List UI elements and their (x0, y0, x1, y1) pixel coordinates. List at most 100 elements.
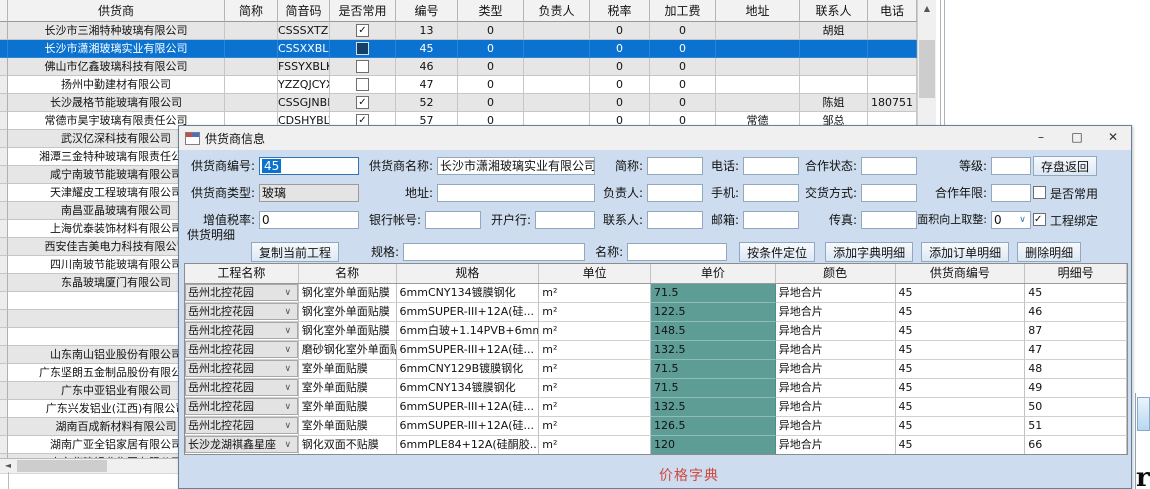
column-header[interactable]: 加工费 (650, 0, 716, 22)
add-dict-detail-button[interactable]: 添加字典明细 (825, 242, 913, 262)
grid-row[interactable]: 岳州北控花园∨室外单面贴膜6mmSUPER-III+12A(硅...m²126.… (185, 417, 1127, 436)
common-checkbox-cell[interactable]: ✓ (330, 22, 396, 40)
column-header[interactable]: 税率 (590, 0, 650, 22)
close-button[interactable]: ✕ (1095, 126, 1131, 150)
project-combo[interactable]: 岳州北控花园∨ (185, 322, 298, 339)
project-combo[interactable]: 岳州北控花园∨ (185, 341, 298, 358)
common-checkbox-cell[interactable] (330, 40, 396, 58)
grid-row[interactable]: 长沙龙湖祺鑫星座∨钢化双面不贴膜6mmPLE84+12A(硅酮胶...m²120… (185, 436, 1127, 455)
mobile-input[interactable] (743, 184, 799, 202)
project-combo-cell[interactable]: 岳州北控花园∨ (185, 417, 299, 436)
grade-input[interactable] (991, 157, 1031, 175)
horizontal-scroll-thumb[interactable] (17, 460, 107, 472)
project-combo[interactable]: 长沙龙湖祺鑫星座∨ (185, 436, 298, 453)
contact-input[interactable] (647, 211, 703, 229)
manager-input[interactable] (647, 184, 703, 202)
grid-column-header[interactable]: 供货商编号 (896, 264, 1026, 283)
table-row[interactable]: 扬州中勤建材有限公司YZZQJCYXGS47000 (0, 76, 935, 94)
table-row[interactable]: 长沙市潇湘玻璃实业有限公司CSSXXBLSY...45000 (0, 40, 935, 58)
project-combo[interactable]: 岳州北控花园∨ (185, 284, 298, 301)
grid-column-header[interactable]: 名称 (299, 264, 397, 283)
project-combo[interactable]: 岳州北控花园∨ (185, 303, 298, 320)
grid-row[interactable]: 岳州北控花园∨室外单面贴膜6mmCNY129B镀膜钢化m²71.5异地合片454… (185, 360, 1127, 379)
add-order-detail-button[interactable]: 添加订单明细 (921, 242, 1009, 262)
grid-column-header[interactable]: 单位 (539, 264, 651, 283)
maximize-button[interactable]: □ (1059, 126, 1095, 150)
chevron-down-icon: ∨ (281, 360, 295, 378)
grid-column-header[interactable]: 明细号 (1025, 264, 1127, 283)
bank-account-input[interactable] (425, 211, 481, 229)
project-combo-cell[interactable]: 岳州北控花园∨ (185, 341, 299, 360)
column-header[interactable]: 供货商 (8, 0, 225, 22)
project-combo[interactable]: 岳州北控花园∨ (185, 398, 298, 415)
project-combo-cell[interactable]: 岳州北控花园∨ (185, 303, 299, 322)
grid-row[interactable]: 岳州北控花园∨磨砂钢化室外单面贴膜6mmSUPER-III+12A(硅...m²… (185, 341, 1127, 360)
table-row[interactable]: 佛山市亿鑫玻璃科技有限公司FSSYXBLKJ...46000 (0, 58, 935, 76)
copy-current-project-button[interactable]: 复制当前工程 (251, 242, 339, 262)
project-combo-cell[interactable]: 岳州北控花园∨ (185, 379, 299, 398)
common-checkbox-cell[interactable]: ✓ (330, 94, 396, 112)
common-checkbox-cell[interactable] (330, 58, 396, 76)
grid-cell: 45 (896, 398, 1026, 417)
column-header[interactable]: 编号 (396, 0, 458, 22)
common-checkbox-cell[interactable] (330, 76, 396, 94)
is-common-checkbox[interactable]: 是否常用 (1033, 185, 1098, 202)
column-header[interactable]: 类型 (458, 0, 524, 22)
grid-row[interactable]: 岳州北控花园∨室外单面贴膜6mmSUPER-III+12A(硅...m²132.… (185, 398, 1127, 417)
proj-bind-checkbox[interactable]: ✓ 工程绑定 (1033, 212, 1098, 229)
area-round-combo[interactable]: 0 ∨ (991, 211, 1031, 229)
address-input[interactable] (437, 184, 595, 202)
form-icon (185, 132, 200, 145)
vat-input[interactable]: 0 (259, 211, 359, 229)
table-row[interactable]: 长沙晟格节能玻璃有限公司CSSGJNBLYXGS✓52000陈姐180751 (0, 94, 935, 112)
project-combo-cell[interactable]: 岳州北控花园∨ (185, 322, 299, 341)
table-cell: CSSGJNBLYXGS (278, 94, 330, 112)
minimize-button[interactable]: – (1023, 126, 1059, 150)
column-header[interactable]: 负责人 (524, 0, 590, 22)
column-header[interactable]: 地址 (716, 0, 800, 22)
supplier-type-input[interactable]: 玻璃 (259, 184, 359, 202)
grid-row[interactable]: 岳州北控花园∨钢化室外单面贴膜6mm白玻+1.14PVB+6mm...m²148… (185, 322, 1127, 341)
grid-row[interactable]: 岳州北控花园∨室外单面贴膜6mmCNY134镀膜钢化m²71.5异地合片4549 (185, 379, 1127, 398)
scroll-up-icon[interactable]: ▲ (918, 0, 936, 17)
vertical-scroll-thumb[interactable] (919, 40, 935, 98)
project-combo-cell[interactable]: 岳州北控花园∨ (185, 284, 299, 303)
scroll-left-icon[interactable]: ◄ (0, 459, 16, 473)
project-combo[interactable]: 岳州北控花园∨ (185, 379, 298, 396)
coop-years-input[interactable] (991, 184, 1031, 202)
bank-input[interactable] (535, 211, 595, 229)
table-cell: FSSYXBLKJ... (278, 58, 330, 76)
column-header[interactable]: 简音码 (278, 0, 330, 22)
grid-column-header[interactable]: 单价 (651, 264, 776, 283)
supplier-name-input[interactable]: 长沙市潇湘玻璃实业有限公司 (437, 157, 595, 175)
name-filter-input[interactable] (627, 243, 727, 261)
project-combo-cell[interactable]: 岳州北控花园∨ (185, 360, 299, 379)
grid-row[interactable]: 岳州北控花园∨钢化室外单面贴膜6mmCNY134镀膜钢化m²71.5异地合片45… (185, 284, 1127, 303)
email-input[interactable] (743, 211, 799, 229)
delete-detail-button[interactable]: 删除明细 (1017, 242, 1081, 262)
fax-input[interactable] (861, 211, 917, 229)
grid-column-header[interactable]: 工程名称 (185, 264, 299, 283)
column-header[interactable]: 电话 (868, 0, 917, 22)
row-header (0, 418, 8, 436)
grid-column-header[interactable]: 规格 (397, 264, 540, 283)
project-combo-cell[interactable]: 岳州北控花园∨ (185, 398, 299, 417)
abbr-input[interactable] (647, 157, 703, 175)
locate-by-condition-button[interactable]: 按条件定位 (739, 242, 815, 262)
project-combo-cell[interactable]: 长沙龙湖祺鑫星座∨ (185, 436, 299, 455)
column-header[interactable]: 是否常用 (330, 0, 396, 22)
project-combo[interactable]: 岳州北控花园∨ (185, 417, 298, 434)
delivery-input[interactable] (861, 184, 917, 202)
coop-status-input[interactable] (861, 157, 917, 175)
save-return-button[interactable]: 存盘返回 (1033, 156, 1097, 176)
column-header[interactable]: 联系人 (800, 0, 868, 22)
grid-row[interactable]: 岳州北控花园∨钢化室外单面贴膜6mmSUPER-III+12A(硅...m²12… (185, 303, 1127, 322)
column-header[interactable]: 简称 (225, 0, 278, 22)
supplier-no-input[interactable]: 45 (259, 157, 359, 175)
dialog-titlebar[interactable]: 供货商信息 – □ ✕ (179, 126, 1131, 150)
phone-input[interactable] (743, 157, 799, 175)
project-combo[interactable]: 岳州北控花园∨ (185, 360, 298, 377)
table-row[interactable]: 长沙市三湘特种玻璃有限公司CSSSXTZBL...✓13000胡姐 (0, 22, 935, 40)
spec-filter-input[interactable] (403, 243, 585, 261)
grid-column-header[interactable]: 颜色 (776, 264, 896, 283)
